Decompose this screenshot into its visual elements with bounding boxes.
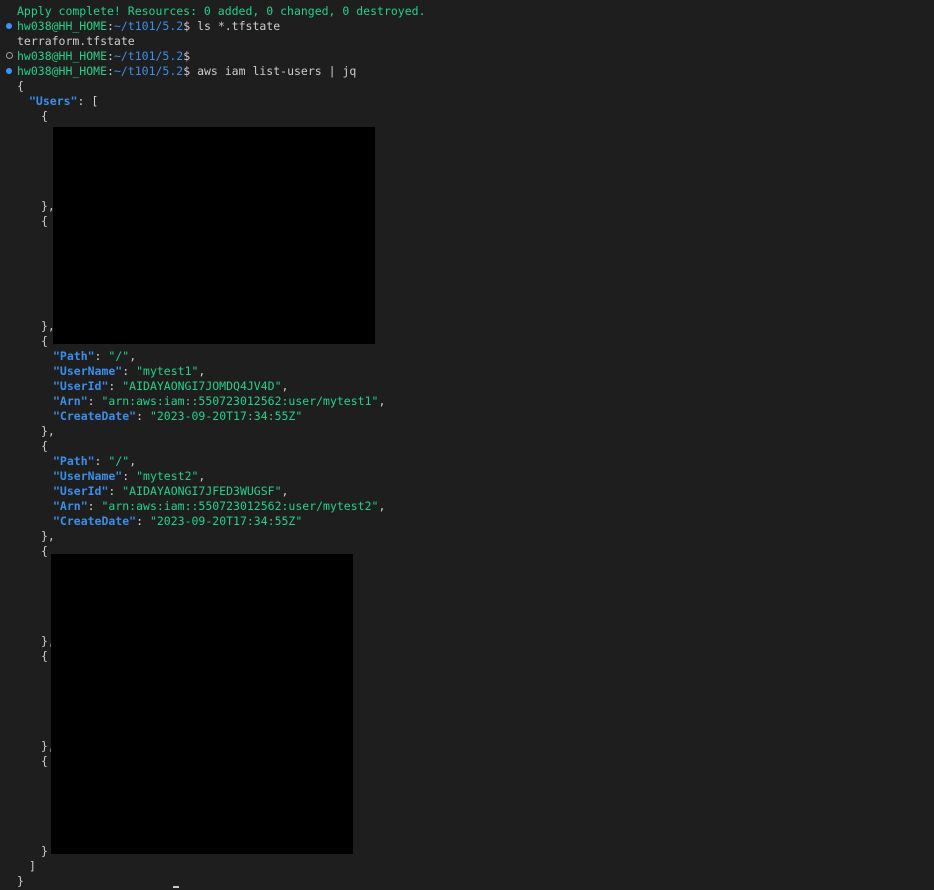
redacted-block — [53, 127, 375, 344]
json-key: "Users" — [29, 94, 78, 108]
json-field-userid: "UserId": "AIDAYAONGI7JFED3WUGSF", — [53, 484, 289, 498]
json-object-open: { — [41, 109, 48, 123]
prompt-line-3: hw038@HH_HOME:~/t101/5.2$ aws iam list-u… — [17, 64, 356, 79]
json-field-username: "UserName": "mytest2", — [53, 469, 206, 483]
json-value: "2023-09-20T17:34:55Z" — [149, 514, 303, 528]
json-key: "UserName" — [53, 469, 123, 483]
redacted-block — [51, 554, 353, 854]
json-field-path: "Path": "/", — [53, 349, 137, 363]
json-field-username: "UserName": "mytest1", — [53, 364, 206, 378]
json-key: "UserId" — [53, 484, 109, 498]
apply-message: Apply complete! Resources: 0 added, 0 ch… — [17, 4, 426, 18]
json-object-close: }, — [41, 424, 55, 438]
json-users-key-line: "Users": [ — [29, 94, 98, 109]
prompt-path: ~/t101/5.2 — [113, 64, 184, 78]
json-field-arn: "Arn": "arn:aws:iam::550723012562:user/m… — [53, 499, 386, 513]
prompt-separator: : — [107, 19, 114, 33]
json-key: "Arn" — [53, 499, 88, 513]
json-value: "/" — [108, 349, 130, 363]
json-key: "UserName" — [53, 364, 123, 378]
json-field-createdate: "CreateDate": "2023-09-20T17:34:55Z" — [53, 409, 303, 423]
json-object-open: { — [41, 439, 48, 453]
json-object-open: { — [41, 544, 48, 558]
json-key: "CreateDate" — [53, 514, 137, 528]
command-output: terraform.tfstate — [17, 34, 135, 48]
json-field-createdate: "CreateDate": "2023-09-20T17:34:55Z" — [53, 514, 303, 528]
json-object-open: { — [41, 334, 48, 348]
json-key: "UserId" — [53, 379, 109, 393]
command-empty-decoration-icon[interactable] — [6, 52, 13, 59]
json-field-userid: "UserId": "AIDAYAONGI7JOMDQ4JV4D", — [53, 379, 289, 393]
json-value: "AIDAYAONGI7JFED3WUGSF" — [122, 484, 282, 498]
json-object-close: } — [41, 844, 48, 858]
json-value: "mytest2" — [136, 469, 199, 483]
json-object-open: { — [41, 649, 48, 663]
json-key: "Arn" — [53, 394, 88, 408]
prompt-line-2: hw038@HH_HOME:~/t101/5.2$ — [17, 49, 190, 64]
prompt-separator: : — [107, 64, 114, 78]
prompt-line-1: hw038@HH_HOME:~/t101/5.2$ ls *.tfstate — [17, 19, 280, 34]
command-success-decoration-icon[interactable] — [6, 68, 12, 74]
json-value: "2023-09-20T17:34:55Z" — [149, 409, 303, 423]
json-key: "Path" — [53, 349, 95, 363]
json-root-close: } — [17, 874, 24, 888]
prompt-path: ~/t101/5.2 — [113, 19, 184, 33]
json-key: "Path" — [53, 454, 95, 468]
json-field-path: "Path": "/", — [53, 454, 137, 468]
json-object-open: { — [41, 214, 48, 228]
terminal-window[interactable]: Apply complete! Resources: 0 added, 0 ch… — [0, 0, 934, 890]
prompt-path: ~/t101/5.2 — [113, 49, 184, 63]
json-punct: : [ — [77, 94, 99, 108]
json-key: "CreateDate" — [53, 409, 137, 423]
terminal-cursor — [173, 886, 179, 888]
command-text: aws iam list-users | jq — [190, 64, 357, 78]
json-object-open: { — [41, 754, 48, 768]
prompt-user-host: hw038@HH_HOME — [17, 49, 108, 63]
json-array-close: ] — [29, 859, 36, 873]
json-value: "arn:aws:iam::550723012562:user/mytest2" — [101, 499, 379, 513]
json-open-brace: { — [17, 79, 24, 93]
command-success-decoration-icon[interactable] — [6, 23, 12, 29]
command-text: ls *.tfstate — [190, 19, 281, 33]
json-value: "/" — [108, 454, 130, 468]
json-field-arn: "Arn": "arn:aws:iam::550723012562:user/m… — [53, 394, 386, 408]
prompt-separator: : — [107, 49, 114, 63]
prompt-symbol: $ — [183, 49, 191, 63]
json-value: "AIDAYAONGI7JOMDQ4JV4D" — [122, 379, 282, 393]
json-value: "mytest1" — [136, 364, 199, 378]
json-value: "arn:aws:iam::550723012562:user/mytest1" — [101, 394, 379, 408]
json-object-close: }, — [41, 529, 55, 543]
prompt-user-host: hw038@HH_HOME — [17, 19, 108, 33]
prompt-user-host: hw038@HH_HOME — [17, 64, 108, 78]
